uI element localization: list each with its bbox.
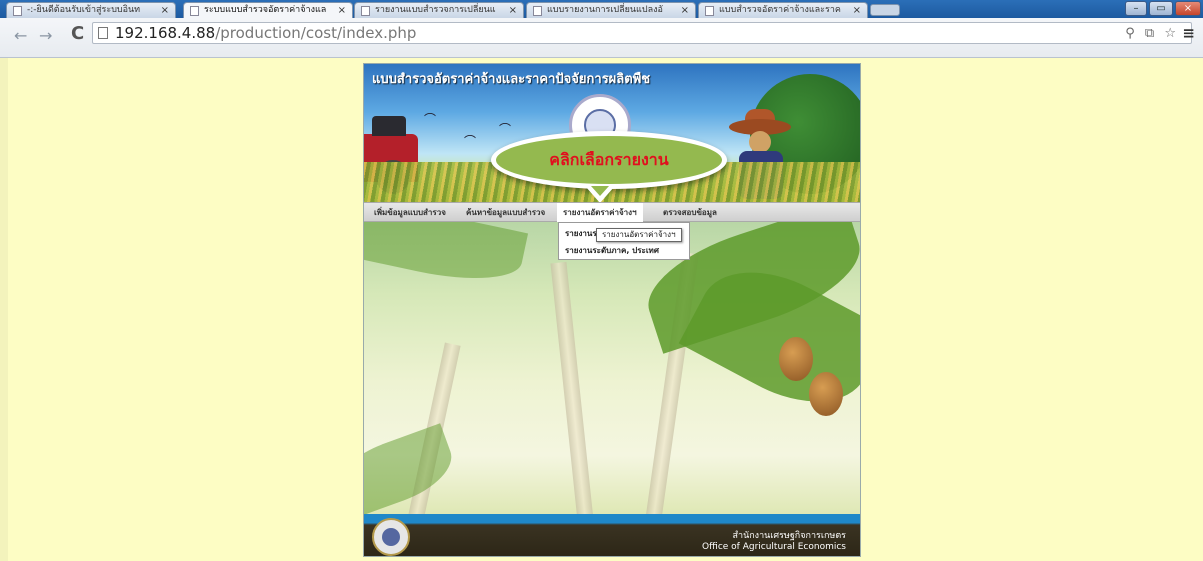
tooltip: รายงานอัตราค่าจ้างฯ: [596, 228, 682, 242]
site-container: ︵ ︵ ︵ แบบสำรวจอัตราค่าจ้างและราคาปัจจัยก…: [363, 63, 861, 557]
page-favicon-icon: [705, 6, 714, 16]
main-nav: เพิ่มข้อมูลแบบสำรวจ ค้นหาข้อมูลแบบสำรวจ …: [364, 202, 860, 222]
page-favicon-icon: [533, 6, 542, 16]
url-path: /production/cost/index.php: [215, 24, 417, 42]
address-bar[interactable]: 192.168.4.88/production/cost/index.php ⚲…: [92, 22, 1195, 44]
page-icon: [98, 27, 108, 39]
tab-title: แบบสำรวจอัตราค่าจ้างและราค: [719, 5, 841, 15]
reload-icon[interactable]: C: [71, 23, 84, 44]
restore-icon[interactable]: ▭: [1149, 1, 1173, 16]
tab-close-icon[interactable]: ×: [161, 3, 169, 18]
browser-tab[interactable]: รายงานแบบสำรวจการเปลี่ยนแ ×: [354, 2, 524, 18]
tab-title: ระบบแบบสำรวจอัตราค่าจ้างแล: [204, 5, 327, 15]
browser-tab-strip: -:-ยินดีต้อนรับเข้าสู่ระบบอินท × ระบบแบบ…: [0, 0, 1203, 19]
browser-tab[interactable]: แบบรายงานการเปลี่ยนแปลงอั ×: [526, 2, 696, 18]
nav-check-data[interactable]: ตรวจสอบข้อมูล: [657, 203, 723, 222]
nav-add-survey[interactable]: เพิ่มข้อมูลแบบสำรวจ: [368, 203, 452, 222]
bird-icon: ︵: [464, 126, 477, 140]
browser-tab[interactable]: -:-ยินดีต้อนรับเข้าสู่ระบบอินท ×: [6, 2, 176, 18]
footer-emblem: [372, 518, 410, 556]
footer-thai-name: สำนักงานเศรษฐกิจการเกษตร: [732, 531, 846, 541]
callout-bubble: คลิกเลือกรายงาน: [491, 131, 727, 189]
window-close-icon[interactable]: ×: [1175, 1, 1201, 16]
nav-search-survey[interactable]: ค้นหาข้อมูลแบบสำรวจ: [460, 203, 551, 222]
page-favicon-icon: [361, 6, 370, 16]
site-footer: สำนักงานเศรษฐกิจการเกษตร Office of Agric…: [364, 514, 860, 556]
new-tab-button[interactable]: [870, 4, 900, 16]
callout-tail-inner: [591, 186, 609, 196]
banner-title: แบบสำรวจอัตราค่าจ้างและราคาปัจจัยการผลิต…: [372, 72, 651, 87]
coconut-graphic: [779, 337, 813, 381]
page-left-edge: [0, 58, 8, 561]
page-favicon-icon: [190, 6, 199, 16]
tab-close-icon[interactable]: ×: [853, 3, 861, 18]
palm-frond: [364, 222, 529, 293]
nav-wage-report[interactable]: รายงานอัตราค่าจ้างฯ: [557, 203, 643, 222]
tab-title: แบบรายงานการเปลี่ยนแปลงอั: [547, 5, 663, 15]
bird-icon: ︵: [499, 114, 512, 128]
footer-english-name: Office of Agricultural Economics: [702, 542, 846, 552]
browser-menu-icon[interactable]: ≡: [1182, 24, 1195, 42]
browser-tab[interactable]: แบบสำรวจอัตราค่าจ้างและราค ×: [698, 2, 868, 18]
browser-toolbar: ← → C 192.168.4.88/production/cost/index…: [0, 18, 1203, 58]
footer-emblem-inner: [382, 528, 400, 546]
toolbar-actions-icons[interactable]: ⚲ ⧉ ☆: [1125, 26, 1179, 41]
tab-close-icon[interactable]: ×: [509, 3, 517, 18]
dropdown-item-region-report[interactable]: รายงานระดับภาค, ประเทศ: [565, 244, 659, 257]
url-text[interactable]: 192.168.4.88/production/cost/index.php: [115, 24, 416, 42]
tab-title: -:-ยินดีต้อนรับเข้าสู่ระบบอินท: [27, 5, 141, 15]
forward-arrow-icon[interactable]: →: [39, 26, 52, 45]
url-host: 192.168.4.88: [115, 24, 216, 42]
web-page: ︵ ︵ ︵ แบบสำรวจอัตราค่าจ้างและราคาปัจจัยก…: [0, 58, 1203, 561]
coconut-graphic: [809, 372, 843, 416]
farmer-face: [749, 131, 771, 153]
tab-close-icon[interactable]: ×: [681, 3, 689, 18]
minimize-icon[interactable]: –: [1125, 1, 1147, 16]
back-arrow-icon[interactable]: ←: [14, 26, 27, 45]
tab-title: รายงานแบบสำรวจการเปลี่ยนแ: [375, 5, 496, 15]
browser-tab-active[interactable]: ระบบแบบสำรวจอัตราค่าจ้างแล ×: [183, 2, 353, 19]
bird-icon: ︵: [424, 104, 437, 118]
tractor-cab: [372, 116, 406, 136]
palm-trunk: [550, 261, 594, 514]
tab-close-icon[interactable]: ×: [338, 3, 346, 18]
content-background: [364, 222, 860, 514]
page-favicon-icon: [13, 6, 22, 16]
